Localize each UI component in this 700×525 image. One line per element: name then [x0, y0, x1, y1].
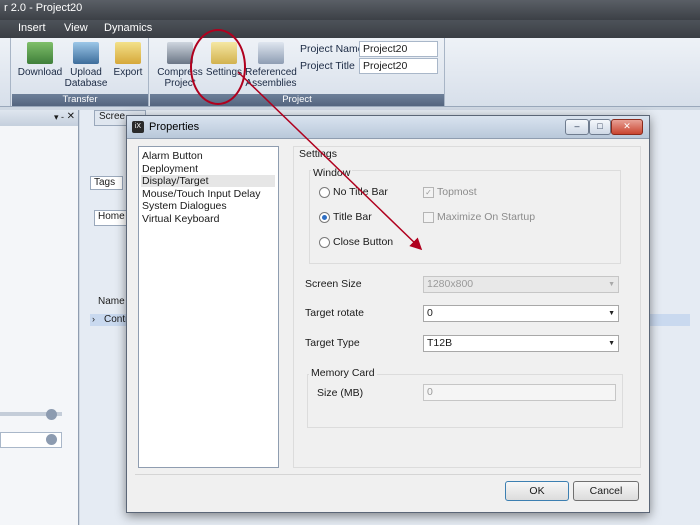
- left-pane-header: ▾ ‑ ✕: [0, 110, 78, 126]
- nav-item-alarm-button[interactable]: Alarm Button: [141, 150, 275, 162]
- maximize-on-startup-checkbox[interactable]: [423, 212, 434, 223]
- no-title-bar-label: No Title Bar: [333, 186, 388, 198]
- menu-dynamics[interactable]: Dynamics: [104, 22, 152, 34]
- nav-item-deployment[interactable]: Deployment: [141, 163, 275, 175]
- project-group-label: Project: [150, 94, 444, 106]
- settings-caption: Settings: [297, 148, 339, 160]
- chevron-down-icon: ▼: [608, 281, 615, 288]
- project-title-label: Project Title: [300, 60, 355, 72]
- menu-bar: Insert View Dynamics: [0, 20, 700, 38]
- screen-size-select[interactable]: 1280x800 ▼: [423, 276, 619, 293]
- referenced-assemblies-icon: [258, 42, 284, 64]
- window-caption: Window: [311, 167, 353, 179]
- tab-home[interactable]: Home: [94, 210, 129, 226]
- app-title-bar: r 2.0 - Project20: [0, 0, 700, 20]
- close-button[interactable]: ✕: [611, 119, 643, 135]
- title-bar-label: Title Bar: [333, 211, 372, 223]
- compress-project-icon: [167, 42, 193, 64]
- app-title: r 2.0 - Project20: [4, 2, 83, 14]
- download-icon: [27, 42, 53, 64]
- properties-dialog: iX Properties ‒ □ ✕ Alarm Button Deploym…: [126, 115, 650, 513]
- annotation-circle: [190, 29, 246, 105]
- memory-card-caption: Memory Card: [309, 367, 377, 379]
- nav-item-display-target[interactable]: Display/Target: [141, 175, 275, 187]
- nav-item-mouse-touch-input-delay[interactable]: Mouse/Touch Input Delay: [141, 188, 275, 200]
- referenced-assemblies-label: Referenced Assemblies: [245, 67, 297, 89]
- chevron-down-icon: ▼: [608, 340, 615, 347]
- target-rotate-select[interactable]: 0 ▼: [423, 305, 619, 322]
- download-label: Download: [17, 67, 63, 78]
- no-title-bar-radio[interactable]: [319, 187, 330, 198]
- export-button[interactable]: Export: [102, 42, 154, 78]
- transfer-group-label: Transfer: [12, 94, 148, 106]
- target-rotate-value: 0: [427, 307, 433, 319]
- size-mb-input[interactable]: 0: [423, 384, 616, 401]
- row-control-label: Contr: [104, 314, 129, 325]
- target-type-value: T12B: [427, 337, 453, 349]
- project-name-input[interactable]: Project20: [359, 41, 438, 57]
- menu-insert[interactable]: Insert: [18, 22, 46, 34]
- maximize-button[interactable]: □: [589, 119, 611, 135]
- footer-divider: [135, 474, 641, 475]
- minimize-button[interactable]: ‒: [565, 119, 589, 135]
- settings-nav-list: Alarm Button Deployment Display/Target M…: [138, 146, 279, 468]
- topmost-label: Topmost: [437, 186, 477, 198]
- maximize-on-startup-label: Maximize On Startup: [437, 211, 536, 223]
- close-button-label: Close Button: [333, 236, 394, 248]
- referenced-assemblies-button[interactable]: Referenced Assemblies: [244, 42, 298, 89]
- pin-icon[interactable]: ▾ ‑: [54, 112, 64, 123]
- target-rotate-label: Target rotate: [305, 307, 364, 319]
- zoom-in-icon[interactable]: [46, 409, 57, 420]
- memory-card-group: [307, 374, 623, 428]
- screen-size-value: 1280x800: [427, 278, 474, 290]
- export-label: Export: [113, 67, 143, 78]
- expand-row-icon[interactable]: ›: [92, 314, 95, 324]
- upload-database-icon: [73, 42, 99, 64]
- close-pane-icon[interactable]: ✕: [67, 111, 75, 122]
- dialog-title-bar: iX Properties ‒ □ ✕: [127, 116, 649, 139]
- ribbon-group-edge: [0, 38, 11, 106]
- app-logo-icon: iX: [132, 121, 144, 133]
- tab-tags[interactable]: Tags: [90, 176, 123, 190]
- ribbon: Download Upload Database Export Transfer…: [0, 38, 700, 107]
- target-type-label: Target Type: [305, 337, 360, 349]
- topmost-checkbox[interactable]: ✓: [423, 187, 434, 198]
- title-bar-radio[interactable]: [319, 212, 330, 223]
- menu-view[interactable]: View: [64, 22, 88, 34]
- close-button-radio[interactable]: [319, 237, 330, 248]
- cancel-button[interactable]: Cancel: [573, 481, 639, 501]
- target-type-select[interactable]: T12B ▼: [423, 335, 619, 352]
- chevron-down-icon: ▼: [608, 310, 615, 317]
- nav-item-virtual-keyboard[interactable]: Virtual Keyboard: [141, 213, 275, 225]
- left-pane: [0, 110, 79, 525]
- download-button[interactable]: Download: [14, 42, 66, 78]
- nav-item-system-dialogues[interactable]: System Dialogues: [141, 200, 275, 212]
- upload-database-label: Upload Database: [64, 67, 108, 89]
- column-name-header: Name: [98, 296, 125, 307]
- export-icon: [115, 42, 141, 64]
- ok-button[interactable]: OK: [505, 481, 569, 501]
- dialog-title: Properties: [149, 121, 200, 133]
- size-mb-label: Size (MB): [317, 387, 364, 399]
- clear-search-icon[interactable]: [46, 434, 57, 445]
- project-title-input[interactable]: Project20: [359, 58, 438, 74]
- project-name-label: Project Name: [300, 43, 364, 55]
- ribbon-group-transfer: Download Upload Database Export Transfer: [12, 38, 149, 106]
- screen-size-label: Screen Size: [305, 278, 362, 290]
